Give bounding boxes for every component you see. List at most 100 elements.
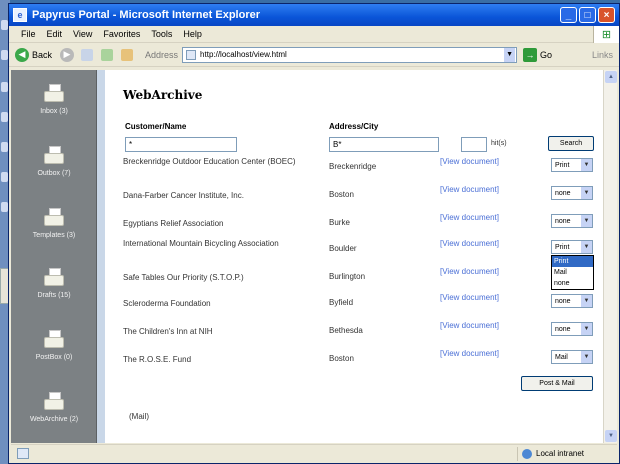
links-label[interactable]: Links — [592, 50, 613, 60]
view-document-link[interactable]: [View document] — [440, 348, 510, 359]
scroll-up-icon[interactable]: ▲ — [605, 71, 617, 83]
security-zone: Local intranet — [517, 446, 617, 461]
vertical-scrollbar[interactable]: ▲ ▼ — [603, 70, 617, 443]
minimize-button[interactable]: _ — [560, 7, 577, 23]
desktop-icon — [1, 112, 8, 122]
menu-file[interactable]: File — [21, 29, 36, 39]
sidebar-item-drafts[interactable]: Drafts (15) — [11, 268, 97, 299]
main-panel: WebArchive Customer/Name Address/City * … — [115, 70, 595, 443]
window-title: Papyrus Portal - Microsoft Internet Expl… — [32, 9, 260, 21]
customer-city: Boston — [329, 354, 354, 363]
view-document-link[interactable]: [View document] — [440, 212, 510, 223]
sidebar-splitter[interactable] — [97, 70, 105, 443]
sidebar-item-label: PostBox (0) — [35, 354, 73, 361]
go-arrow-icon: → — [523, 47, 538, 62]
desktop-icon — [1, 202, 8, 212]
sidebar-item-postbox[interactable]: PostBox (0) — [11, 330, 97, 361]
view-document-link[interactable]: [View document] — [440, 156, 510, 167]
customer-name: The R.O.S.E. Fund — [123, 355, 192, 364]
chevron-down-icon: ▼ — [581, 323, 592, 335]
customer-name-header: Customer/Name — [125, 122, 187, 131]
menu-tools[interactable]: Tools — [151, 29, 172, 39]
browser-window: e Papyrus Portal - Microsoft Internet Ex… — [8, 3, 620, 464]
menu-view[interactable]: View — [73, 29, 92, 39]
action-select[interactable]: none ▼ — [551, 322, 593, 336]
chevron-down-icon: ▼ — [581, 241, 592, 253]
zone-label: Local intranet — [536, 449, 585, 458]
drafts-icon — [42, 268, 66, 288]
forward-button[interactable]: ▶ — [60, 47, 75, 62]
address-dropdown-icon[interactable]: ▼ — [504, 47, 516, 62]
close-button[interactable]: × — [598, 7, 615, 23]
search-button[interactable]: Search — [548, 136, 594, 151]
table-row: The Children's Inn at NIH Bethesda [View… — [115, 320, 595, 346]
globe-icon — [522, 448, 532, 459]
action-select-value: none — [555, 325, 571, 333]
customer-city: Burlington — [329, 272, 366, 281]
view-document-link[interactable]: [View document] — [440, 292, 510, 303]
action-select[interactable]: none ▼ — [551, 294, 593, 308]
webarchive-icon — [42, 392, 66, 412]
view-document-link[interactable]: [View document] — [440, 184, 510, 195]
customer-city: Boulder — [329, 244, 357, 253]
back-button[interactable]: ◀ Back — [15, 47, 53, 62]
customer-name: Safe Tables Our Priority (S.T.O.P.) — [123, 273, 244, 282]
view-document-link[interactable]: [View document] — [440, 266, 510, 277]
action-select-value: none — [555, 189, 571, 197]
menu-help[interactable]: Help — [183, 29, 202, 39]
scroll-down-icon[interactable]: ▼ — [605, 430, 617, 442]
dropdown-option[interactable]: Mail — [552, 267, 593, 278]
action-select-value: none — [555, 217, 571, 225]
chevron-down-icon: ▼ — [581, 187, 592, 199]
post-mail-button[interactable]: Post & Mail — [521, 376, 593, 391]
standard-toolbar: ◀ Back ▶ Address http://localhost/view.h… — [9, 43, 619, 67]
address-bar[interactable]: http://localhost/view.html ▼ — [182, 46, 518, 63]
go-button[interactable]: → Go — [523, 47, 552, 62]
table-row: Breckenridge Outdoor Education Center (B… — [115, 156, 595, 182]
sidebar-item-label: WebArchive (2) — [29, 416, 79, 423]
sidebar-item-inbox[interactable]: Inbox (3) — [11, 84, 97, 115]
sidebar-item-label: Templates (3) — [32, 232, 76, 239]
action-select[interactable]: Print ▼ — [551, 158, 593, 172]
customer-name: Egyptians Relief Association — [123, 219, 224, 228]
dropdown-option[interactable]: Print — [552, 256, 593, 267]
customer-name: International Mountain Bicycling Associa… — [123, 239, 279, 248]
customer-city: Byfield — [329, 298, 354, 307]
action-select[interactable]: none ▼ — [551, 186, 593, 200]
customer-name-input[interactable]: * — [125, 137, 237, 152]
page-content: Inbox (3) Outbox (7) Templates (3) Draft… — [11, 70, 617, 443]
action-select-value: Mail — [555, 353, 568, 361]
action-select[interactable]: none ▼ — [551, 214, 593, 228]
customer-name: Dana-Farber Cancer Institute, Inc. — [123, 191, 244, 200]
outbox-icon — [42, 146, 66, 166]
dropdown-option[interactable]: none — [552, 278, 593, 289]
desktop-icon — [1, 82, 8, 92]
action-select-value: none — [555, 297, 571, 305]
menu-edit[interactable]: Edit — [47, 29, 63, 39]
back-arrow-icon: ◀ — [15, 47, 29, 62]
refresh-icon[interactable] — [101, 48, 114, 61]
sidebar-item-templates[interactable]: Templates (3) — [11, 208, 97, 239]
sidebar-item-outbox[interactable]: Outbox (7) — [11, 146, 97, 177]
stop-icon[interactable] — [81, 48, 94, 61]
sidebar-item-webarchive[interactable]: WebArchive (2) — [11, 392, 97, 423]
chevron-down-icon: ▼ — [581, 159, 592, 171]
city-input[interactable]: B* — [329, 137, 439, 152]
inbox-icon — [42, 84, 66, 104]
view-document-link[interactable]: [View document] — [440, 238, 510, 249]
customer-city: Bethesda — [329, 326, 363, 335]
action-select[interactable]: Print ▼ — [551, 240, 593, 254]
address-city-header: Address/City — [329, 122, 379, 131]
action-select[interactable]: Mail ▼ — [551, 350, 593, 364]
menu-favorites[interactable]: Favorites — [103, 29, 140, 39]
footer-note: (Mail) — [129, 412, 149, 421]
back-label: Back — [32, 49, 53, 60]
maximize-button[interactable]: □ — [579, 7, 596, 23]
table-row: Scleroderma Foundation Byfield [View doc… — [115, 292, 595, 318]
page-status-icon — [17, 448, 29, 459]
postbox-icon — [42, 330, 66, 350]
hits-input[interactable] — [461, 137, 487, 152]
view-document-link[interactable]: [View document] — [440, 320, 510, 331]
home-icon[interactable] — [121, 48, 134, 61]
chevron-down-icon: ▼ — [581, 295, 592, 307]
